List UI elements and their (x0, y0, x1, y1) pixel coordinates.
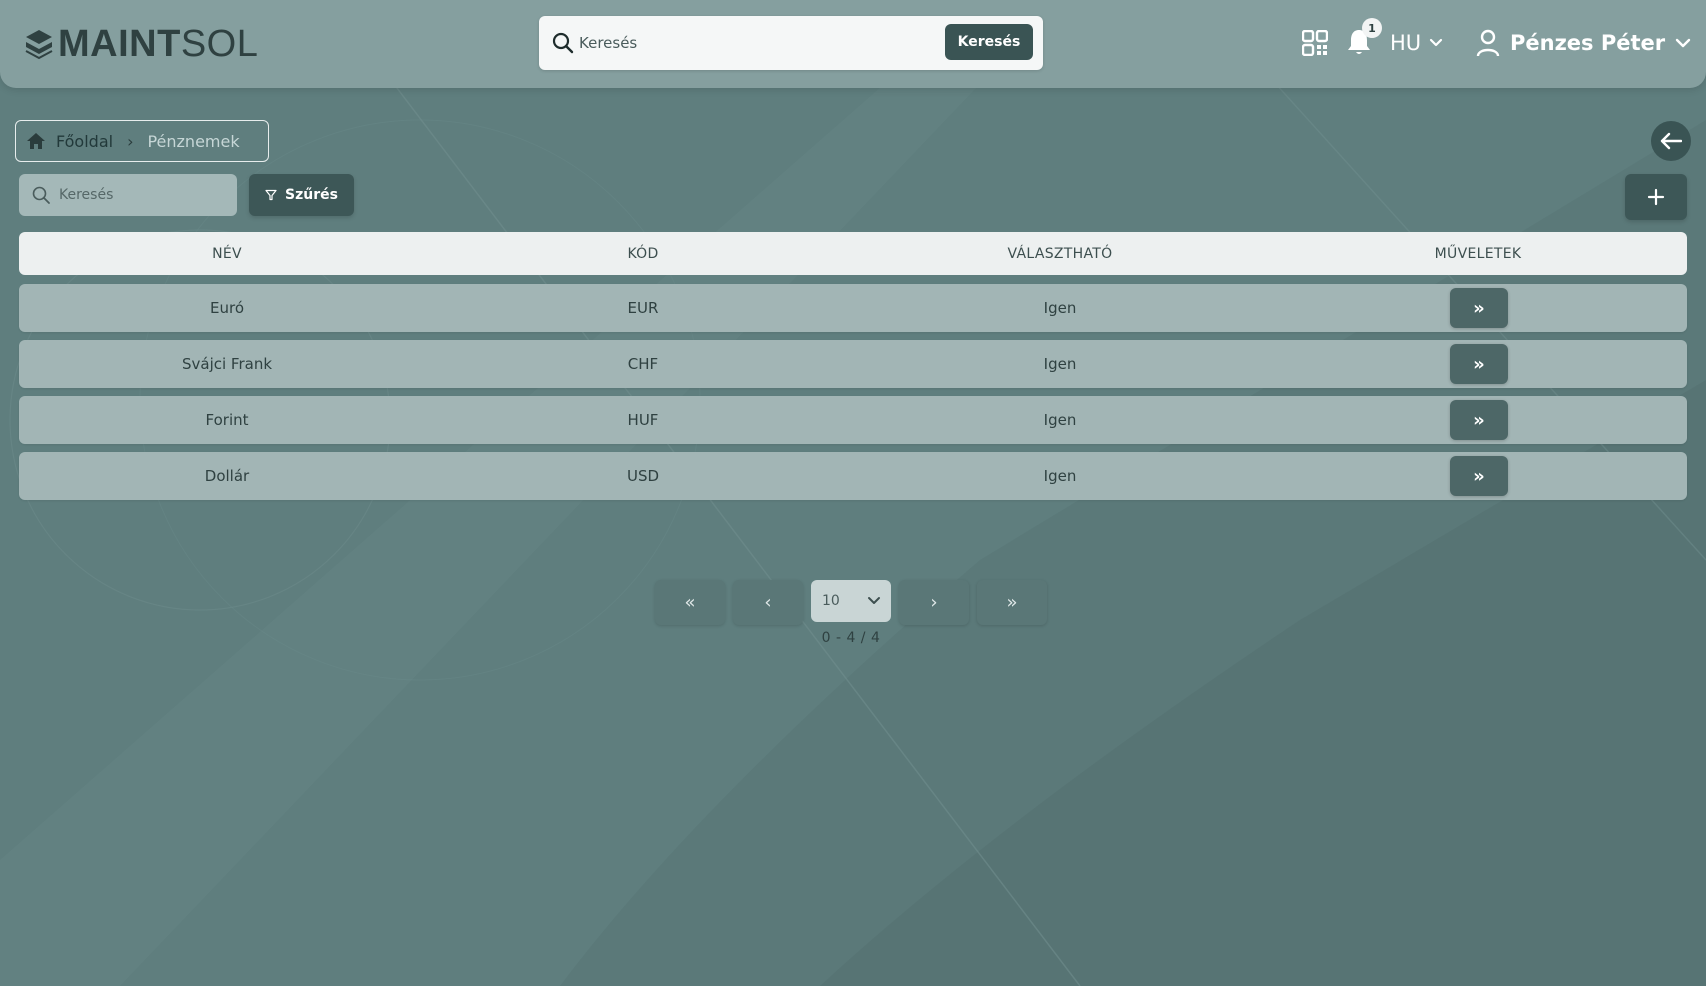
home-icon[interactable] (26, 131, 46, 151)
filter-label: Szűrés (285, 187, 338, 203)
filter-icon (265, 189, 277, 201)
page-size-select[interactable]: 10 (811, 580, 891, 622)
list-search-bar (19, 174, 237, 216)
cell-selectable: Igen (1043, 299, 1077, 317)
logo-text: MAINTSOL (58, 24, 258, 64)
breadcrumb: Főoldal › Pénznemek (15, 120, 269, 162)
user-icon (1476, 29, 1500, 57)
next-page-button[interactable]: › (899, 580, 969, 625)
breadcrumb-current: Pénznemek (147, 131, 240, 151)
cell-code: HUF (627, 411, 659, 429)
search-icon (32, 186, 50, 204)
cell-code: EUR (627, 299, 659, 317)
app-logo[interactable]: MAINTSOL (24, 24, 258, 64)
first-page-button[interactable]: « (655, 580, 725, 625)
column-header-actions: MŰVELETEK (1434, 245, 1522, 262)
breadcrumb-separator: › (127, 131, 134, 151)
table-row[interactable]: Forint HUF Igen » (19, 396, 1687, 444)
row-details-button[interactable]: » (1450, 288, 1508, 328)
search-icon (552, 32, 574, 54)
add-button[interactable] (1625, 174, 1687, 220)
user-name: Pénzes Péter (1510, 31, 1666, 55)
logo-text-bold: MAINT (58, 23, 181, 65)
cell-name: Euró (210, 299, 244, 317)
cell-code: USD (626, 467, 660, 485)
row-details-button[interactable]: » (1450, 456, 1508, 496)
table-header: NÉV KÓD VÁLASZTHATÓ MŰVELETEK (19, 232, 1687, 275)
last-page-button[interactable]: » (977, 580, 1047, 625)
chevron-down-icon (1430, 38, 1443, 47)
cell-code: CHF (627, 355, 659, 373)
column-header-code[interactable]: KÓD (435, 246, 851, 262)
notification-badge: 1 (1362, 18, 1382, 38)
cell-selectable: Igen (1043, 467, 1077, 485)
column-header-name[interactable]: NÉV (19, 246, 435, 262)
table-row[interactable]: Dollár USD Igen » (19, 452, 1687, 500)
filter-button[interactable]: Szűrés (249, 174, 354, 216)
user-menu[interactable]: Pénzes Péter (1476, 26, 1691, 60)
page-size-value: 10 (822, 593, 840, 609)
chevron-down-icon (868, 597, 880, 604)
logo-text-light: SOL (180, 23, 259, 65)
previous-page-button[interactable]: ‹ (733, 580, 803, 625)
arrow-left-icon (1660, 132, 1682, 150)
qr-code-icon[interactable] (1302, 30, 1328, 56)
table-row[interactable]: Euró EUR Igen » (19, 284, 1687, 332)
plus-icon (1647, 188, 1665, 206)
table-row[interactable]: Svájci Frank CHF Igen » (19, 340, 1687, 388)
cell-name: Forint (205, 411, 249, 429)
cell-selectable: Igen (1043, 411, 1077, 429)
language-label: HU (1390, 31, 1422, 55)
cell-selectable: Igen (1043, 355, 1077, 373)
cell-name: Svájci Frank (181, 355, 273, 373)
list-search-input[interactable] (59, 182, 227, 208)
row-details-button[interactable]: » (1450, 400, 1508, 440)
language-selector[interactable]: HU (1390, 28, 1443, 58)
breadcrumb-home-link[interactable]: Főoldal (56, 132, 113, 151)
pagination-info: 0 - 4 / 4 (821, 630, 881, 646)
cell-name: Dollár (204, 467, 250, 485)
global-search-input[interactable] (579, 28, 979, 58)
global-search-button[interactable]: Keresés (945, 24, 1033, 60)
row-details-button[interactable]: » (1450, 344, 1508, 384)
column-header-selectable[interactable]: VÁLASZTHATÓ (851, 246, 1269, 262)
logo-mark-icon (25, 30, 53, 60)
global-search-bar: Keresés (539, 16, 1043, 70)
chevron-down-icon (1675, 38, 1691, 48)
back-button[interactable] (1651, 121, 1691, 161)
top-header: MAINTSOL Keresés 1 HU Pénzes Péter (0, 0, 1706, 88)
